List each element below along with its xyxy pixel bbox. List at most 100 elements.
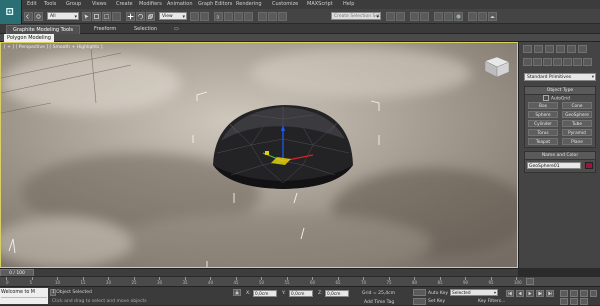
pan-view-icon[interactable] bbox=[590, 290, 597, 297]
torus-button[interactable]: Torus bbox=[528, 129, 558, 136]
mirror-icon[interactable] bbox=[268, 12, 277, 21]
percent-snap-icon[interactable] bbox=[234, 12, 243, 21]
menu-graph-editors[interactable]: Graph Editors bbox=[198, 1, 232, 7]
viewport-pov-label[interactable]: [ Perspective ] bbox=[16, 45, 48, 50]
add-time-tag-button[interactable]: Add Time Tag bbox=[364, 300, 394, 305]
window-crossing-icon[interactable] bbox=[112, 12, 121, 21]
space-warps-icon[interactable] bbox=[573, 58, 582, 66]
motion-tab-icon[interactable] bbox=[556, 45, 565, 53]
menu-edit[interactable]: Edit bbox=[27, 1, 37, 7]
mirror-tool-icon[interactable] bbox=[386, 12, 395, 21]
pivot-center-icon[interactable] bbox=[190, 12, 199, 21]
systems-icon[interactable] bbox=[583, 58, 592, 66]
y-coord-field[interactable]: 0,0cm bbox=[289, 290, 313, 297]
ribbon-minimize-icon[interactable]: ▭ bbox=[172, 25, 181, 34]
select-move-icon[interactable] bbox=[126, 12, 135, 21]
zoom-all-icon[interactable] bbox=[570, 290, 578, 297]
render-production-icon[interactable] bbox=[488, 12, 497, 21]
zoom-icon[interactable] bbox=[560, 290, 568, 297]
pyramid-button[interactable]: Pyramid bbox=[562, 129, 592, 136]
play-icon[interactable] bbox=[526, 290, 534, 297]
next-frame-icon[interactable] bbox=[536, 290, 544, 297]
plane-button[interactable]: Plane bbox=[562, 138, 592, 145]
schematic-view-icon[interactable] bbox=[444, 12, 453, 21]
lights-icon[interactable] bbox=[543, 58, 552, 66]
zoom-extents-icon[interactable] bbox=[580, 290, 588, 297]
geometry-icon[interactable] bbox=[523, 58, 532, 66]
set-key-icon[interactable] bbox=[413, 298, 426, 305]
key-mode-dropdown[interactable]: Selected bbox=[450, 289, 498, 297]
object-name-field[interactable]: GeoSphere01 bbox=[527, 162, 581, 169]
menu-create[interactable]: Create bbox=[116, 1, 133, 7]
go-to-start-icon[interactable] bbox=[506, 290, 514, 297]
cameras-icon[interactable] bbox=[553, 58, 562, 66]
set-key-button[interactable]: Set Key bbox=[428, 299, 445, 304]
maximize-viewport-icon[interactable] bbox=[580, 298, 588, 305]
utilities-tab-icon[interactable] bbox=[578, 45, 587, 53]
menu-tools[interactable]: Tools bbox=[44, 1, 56, 7]
material-editor-icon[interactable] bbox=[454, 12, 463, 21]
angle-snap-icon[interactable] bbox=[224, 12, 233, 21]
edit-named-selection-icon[interactable] bbox=[258, 12, 267, 21]
select-object-icon[interactable] bbox=[82, 12, 91, 21]
name-and-color-header[interactable]: Name and Color bbox=[525, 152, 595, 160]
menu-help[interactable]: Help bbox=[343, 1, 354, 7]
cylinder-button[interactable]: Cylinder bbox=[528, 120, 558, 127]
menu-modifiers[interactable]: Modifiers bbox=[139, 1, 162, 7]
key-mode-icon[interactable] bbox=[526, 278, 534, 285]
reference-coord-dropdown[interactable]: View bbox=[159, 12, 187, 21]
viewport-shading-label[interactable]: [ Smooth + Highlights ] bbox=[49, 45, 102, 50]
tube-button[interactable]: Tube bbox=[562, 120, 592, 127]
spinner-snap-icon[interactable] bbox=[244, 12, 253, 21]
viewport-menu-plus[interactable]: [ + ] bbox=[4, 45, 14, 50]
go-to-end-icon[interactable] bbox=[546, 290, 554, 297]
undo-icon[interactable] bbox=[24, 12, 33, 21]
curve-editor-icon[interactable] bbox=[434, 12, 443, 21]
helpers-icon[interactable] bbox=[563, 58, 572, 66]
autogrid-checkbox[interactable]: AutoGrid bbox=[543, 95, 570, 102]
select-rotate-icon[interactable] bbox=[136, 12, 145, 21]
shapes-icon[interactable] bbox=[533, 58, 542, 66]
menu-rendering[interactable]: Rendering bbox=[236, 1, 262, 7]
object-color-swatch[interactable] bbox=[585, 162, 593, 169]
select-link-icon[interactable] bbox=[34, 12, 43, 21]
select-by-name-icon[interactable] bbox=[92, 12, 101, 21]
named-selection-input[interactable]: Create Selection Set bbox=[331, 12, 381, 21]
field-of-view-icon[interactable] bbox=[560, 298, 568, 305]
auto-key-button[interactable]: Auto Key bbox=[428, 291, 448, 296]
previous-frame-icon[interactable] bbox=[516, 290, 524, 297]
perspective-viewport[interactable]: [ + ] [ Perspective ] [ Smooth + Highlig… bbox=[0, 42, 518, 268]
geosphere-button[interactable]: GeoSphere bbox=[562, 111, 592, 118]
select-manipulate-icon[interactable] bbox=[200, 12, 209, 21]
maxscript-listener[interactable]: Welcome to M bbox=[0, 288, 48, 304]
menu-customize[interactable]: Customize bbox=[272, 1, 298, 7]
cone-button[interactable]: Cone bbox=[562, 102, 592, 109]
tab-selection[interactable]: Selection bbox=[128, 25, 163, 34]
auto-key-icon[interactable] bbox=[413, 289, 426, 296]
lock-selection-icon[interactable] bbox=[233, 289, 241, 296]
orbit-icon[interactable] bbox=[570, 298, 578, 305]
modify-tab-icon[interactable] bbox=[534, 45, 543, 53]
app-logo-button[interactable]: ⊡ bbox=[0, 0, 22, 24]
create-tab-icon[interactable] bbox=[523, 45, 532, 53]
rendered-frame-icon[interactable] bbox=[478, 12, 487, 21]
object-type-header[interactable]: Object Type bbox=[525, 87, 595, 95]
track-bar[interactable]: 0 5 10 15 20 25 30 35 40 45 50 55 60 65 70 75 80 85 90 95 10… bbox=[0, 276, 600, 286]
tab-freeform[interactable]: Freeform bbox=[88, 25, 122, 34]
hierarchy-tab-icon[interactable] bbox=[545, 45, 554, 53]
menu-maxscript[interactable]: MAXScript bbox=[307, 1, 333, 7]
sphere-button[interactable]: Sphere bbox=[528, 111, 558, 118]
align-icon[interactable] bbox=[278, 12, 287, 21]
rect-selection-icon[interactable] bbox=[102, 12, 111, 21]
selection-filter-dropdown[interactable]: All bbox=[47, 12, 79, 21]
time-slider[interactable]: 0 / 100 bbox=[0, 268, 518, 277]
align-tool-icon[interactable] bbox=[396, 12, 405, 21]
layer-manager-icon[interactable] bbox=[410, 12, 419, 21]
menu-group[interactable]: Group bbox=[66, 1, 81, 7]
teapot-button[interactable]: Teapot bbox=[528, 138, 558, 145]
menu-views[interactable]: Views bbox=[92, 1, 106, 7]
snaps-toggle-icon[interactable]: 3 bbox=[214, 12, 223, 21]
display-tab-icon[interactable] bbox=[567, 45, 576, 53]
x-coord-field[interactable]: 0,0cm bbox=[253, 290, 277, 297]
tab-polygon-modeling[interactable]: Polygon Modeling bbox=[4, 34, 54, 42]
